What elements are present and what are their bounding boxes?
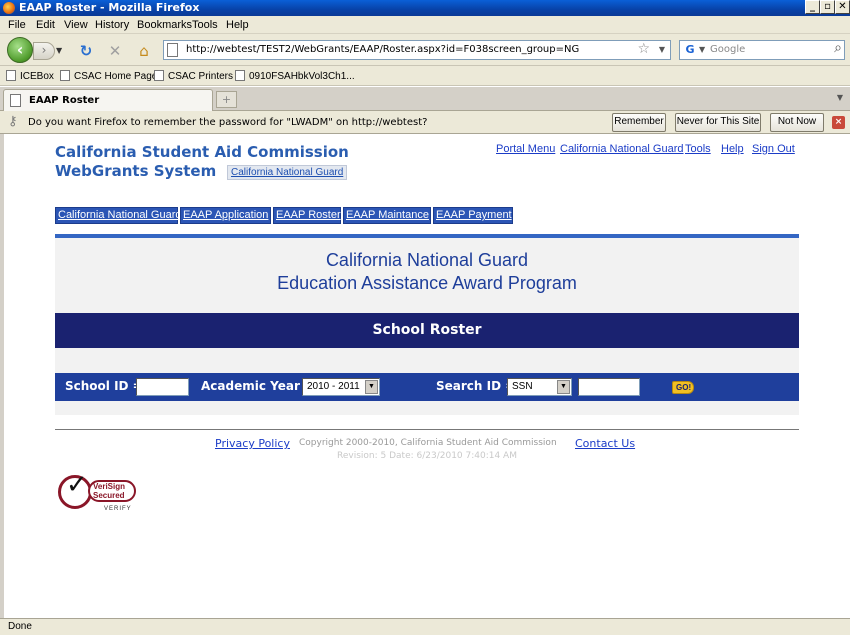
site-subtitle: WebGrants System [55, 162, 217, 180]
spacer [55, 401, 799, 415]
page-icon [154, 70, 164, 81]
url-bar[interactable]: http://webtest/TEST2/WebGrants/EAAP/Rost… [163, 40, 671, 60]
page-icon [10, 94, 21, 107]
search-id-type-select[interactable]: SSN ▼ [507, 378, 572, 396]
search-box[interactable]: G ▼ Google ⌕ [679, 40, 845, 60]
national-guard-link[interactable]: California National Guard [560, 143, 684, 155]
academic-year-select[interactable]: 2010 - 2011 ▼ [302, 378, 380, 396]
page-content: California Student Aid Commission WebGra… [4, 134, 850, 618]
roster-search-bar: School ID = Academic Year = 2010 - 2011 … [55, 373, 799, 401]
bookmark-fsa-handbook[interactable]: 0910FSAHbkVol3Ch1... [235, 70, 355, 82]
copyright-text: Copyright 2000-2010, California Student … [299, 438, 557, 448]
tab-eaap-roster[interactable]: EAAP Roster [3, 89, 213, 111]
stop-icon[interactable]: ✕ [106, 42, 124, 60]
sign-out-link[interactable]: Sign Out [752, 143, 795, 155]
menu-help[interactable]: Help [226, 19, 249, 31]
spacer [55, 348, 799, 373]
page-icon [167, 43, 178, 57]
url-text[interactable]: http://webtest/TEST2/WebGrants/EAAP/Rost… [186, 44, 579, 55]
forward-button[interactable]: › [33, 42, 55, 60]
school-id-input[interactable] [136, 378, 189, 396]
academic-year-label: Academic Year = [201, 379, 315, 393]
verisign-seal[interactable]: ✓ VeriSign Secured VERIFY [58, 470, 140, 514]
never-for-site-button[interactable]: Never for This Site [675, 113, 761, 132]
school-id-label: School ID = [65, 379, 143, 393]
page-icon [235, 70, 245, 81]
not-now-button[interactable]: Not Now [770, 113, 824, 132]
nav-tab-eaap-roster[interactable]: EAAP Roster [273, 207, 341, 224]
back-button[interactable]: ‹ [7, 37, 33, 63]
window-titlebar: EAAP Roster - Mozilla Firefox _ ▫ ✕ [0, 0, 850, 16]
menu-file[interactable]: File [8, 19, 26, 31]
tab-bar: EAAP Roster + ▼ [0, 87, 850, 111]
bookmarks-toolbar: ICEBox CSAC Home Page CSAC Printers 0910… [0, 66, 850, 86]
nav-tab-national-guard[interactable]: California National Guard [55, 207, 182, 224]
portal-menu-link[interactable]: Portal Menu [496, 143, 555, 155]
firefox-icon [3, 2, 15, 14]
status-text: Done [8, 621, 32, 632]
csac-home-icon [60, 70, 70, 81]
revision-text: Revision: 5 Date: 6/23/2010 7:40:14 AM [337, 451, 517, 461]
privacy-policy-link[interactable]: Privacy Policy [215, 437, 290, 450]
search-input[interactable]: Google [710, 44, 745, 55]
minimize-button[interactable]: _ [805, 0, 820, 14]
program-header: California National Guard Education Assi… [55, 238, 799, 313]
close-window-button[interactable]: ✕ [835, 0, 850, 14]
nav-tab-eaap-application[interactable]: EAAP Application [180, 207, 271, 224]
window-title: EAAP Roster - Mozilla Firefox [19, 1, 200, 14]
chevron-down-icon[interactable]: ▼ [557, 380, 570, 394]
bookmark-csac-home[interactable]: CSAC Home Page [60, 70, 157, 82]
password-message: Do you want Firefox to remember the pass… [28, 117, 428, 128]
bookmark-icebox[interactable]: ICEBox [6, 70, 54, 82]
bookmark-csac-printers[interactable]: CSAC Printers [154, 70, 233, 82]
nav-tab-eaap-maintance[interactable]: EAAP Maintance [343, 207, 431, 224]
home-icon[interactable]: ⌂ [135, 42, 153, 60]
contact-us-link[interactable]: Contact Us [575, 437, 635, 450]
menu-view[interactable]: View [64, 19, 88, 31]
checkmark-icon: ✓ [66, 470, 88, 500]
footer: Privacy Policy Copyright 2000-2010, Cali… [4, 437, 850, 451]
go-button[interactable]: GO! [672, 381, 694, 394]
menu-bookmarks[interactable]: Bookmarks [137, 19, 192, 31]
program-title-line2: Education Assistance Award Program [277, 273, 577, 293]
bookmark-star-icon[interactable]: ☆ [637, 41, 650, 57]
tools-link[interactable]: Tools [685, 143, 711, 155]
key-icon: ⚷ [8, 114, 18, 129]
google-icon[interactable]: G [682, 43, 698, 57]
menu-history[interactable]: History [95, 19, 129, 31]
nav-tab-eaap-payment[interactable]: EAAP Payment [433, 207, 513, 224]
section-title: School Roster [55, 313, 799, 348]
reload-icon[interactable]: ↻ [77, 42, 95, 60]
icebox-icon [6, 70, 16, 81]
group-badge-link[interactable]: California National Guard [227, 165, 348, 180]
search-id-input[interactable] [578, 378, 640, 396]
menu-bar: File Edit View History Bookmarks Tools H… [0, 16, 850, 34]
status-bar: Done [0, 618, 850, 635]
menu-edit[interactable]: Edit [36, 19, 55, 31]
url-dropdown-icon[interactable]: ▼ [659, 45, 665, 54]
tab-label: EAAP Roster [29, 95, 100, 106]
menu-tools[interactable]: Tools [192, 19, 218, 31]
search-icon[interactable]: ⌕ [834, 40, 842, 56]
help-link[interactable]: Help [721, 143, 744, 155]
chevron-down-icon[interactable]: ▼ [365, 380, 378, 394]
close-notification-icon[interactable]: × [832, 116, 845, 129]
history-dropdown-icon[interactable]: ▼ [56, 46, 62, 55]
new-tab-button[interactable]: + [216, 91, 237, 108]
search-engine-dropdown-icon[interactable]: ▼ [699, 45, 705, 54]
remember-button[interactable]: Remember [612, 113, 666, 132]
search-id-label: Search ID = [436, 379, 516, 393]
maximize-button[interactable]: ▫ [820, 0, 835, 14]
footer-divider [55, 429, 799, 430]
password-notification-bar: ⚷ Do you want Firefox to remember the pa… [0, 111, 850, 134]
site-title: California Student Aid Commission [55, 143, 349, 161]
program-title-line1: California National Guard [325, 250, 529, 270]
tab-list-icon[interactable]: ▼ [834, 93, 846, 105]
